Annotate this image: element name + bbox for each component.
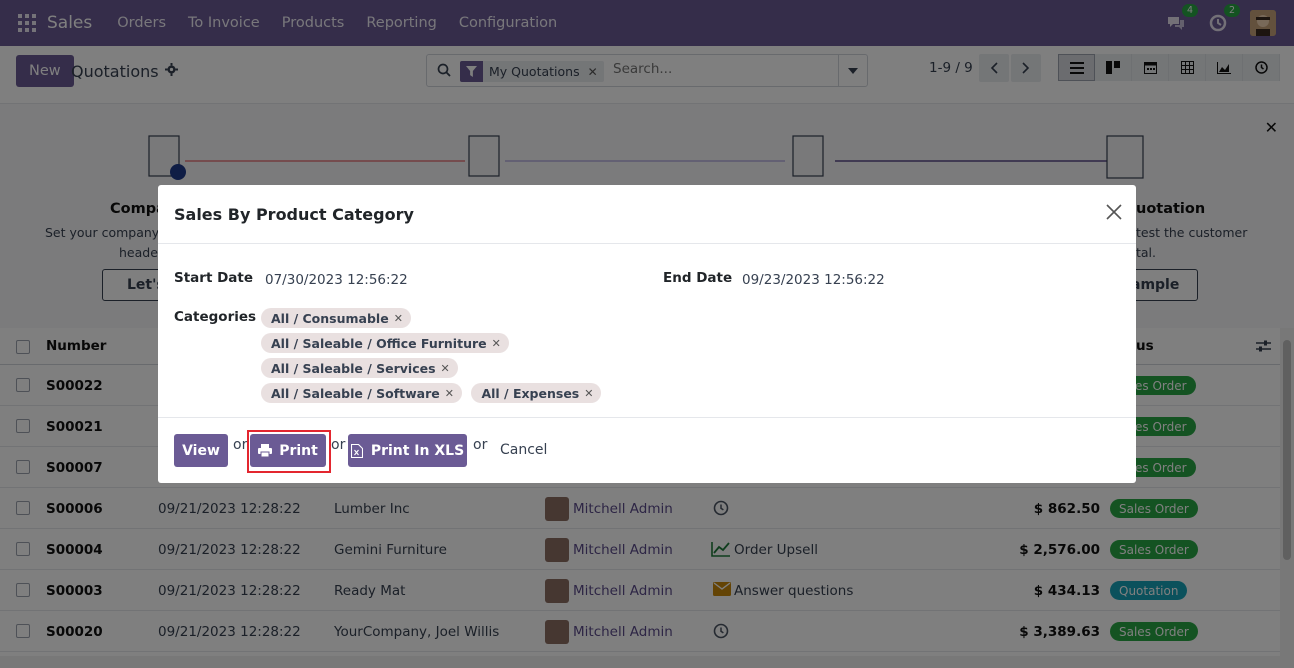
categories-label: Categories [174,309,257,325]
cancel-button[interactable]: Cancel [500,442,547,458]
print-xls-button[interactable]: Print In XLS [348,434,467,467]
category-tag: All / Saleable / Software ✕ [261,383,462,403]
excel-file-icon [350,443,363,458]
tag-remove-icon[interactable]: ✕ [394,312,403,325]
print-button[interactable]: Print [250,434,326,467]
category-tag: All / Consumable ✕ [261,308,411,328]
report-dialog: Sales By Product Category Start Date 07/… [158,185,1136,483]
category-tag: All / Saleable / Office Furniture ✕ [261,333,509,353]
or-separator: or [233,437,248,453]
end-date-field[interactable]: 09/23/2023 12:56:22 [742,272,885,288]
dialog-body: Start Date 07/30/2023 12:56:22 End Date … [158,244,1136,418]
category-tag: All / Saleable / Services ✕ [261,358,458,378]
tag-remove-icon[interactable]: ✕ [492,337,501,350]
or-separator: or [331,437,346,453]
tag-remove-icon[interactable]: ✕ [584,387,593,400]
view-button[interactable]: View [174,434,228,467]
or-separator: or [473,437,488,453]
dialog-footer: View or Print or Print In XLS or Cancel [158,418,1136,482]
dialog-header: Sales By Product Category [158,185,1136,244]
category-tag: All / Expenses ✕ [471,383,602,403]
dialog-title: Sales By Product Category [174,205,414,224]
tag-remove-icon[interactable]: ✕ [445,387,454,400]
start-date-field[interactable]: 07/30/2023 12:56:22 [265,272,408,288]
end-date-label: End Date [663,270,733,286]
close-icon[interactable] [1106,204,1122,224]
start-date-label: Start Date [174,270,254,286]
printer-icon [258,444,273,457]
categories-field[interactable]: All / Consumable ✕ All / Saleable / Offic… [261,308,641,408]
tag-remove-icon[interactable]: ✕ [441,362,450,375]
